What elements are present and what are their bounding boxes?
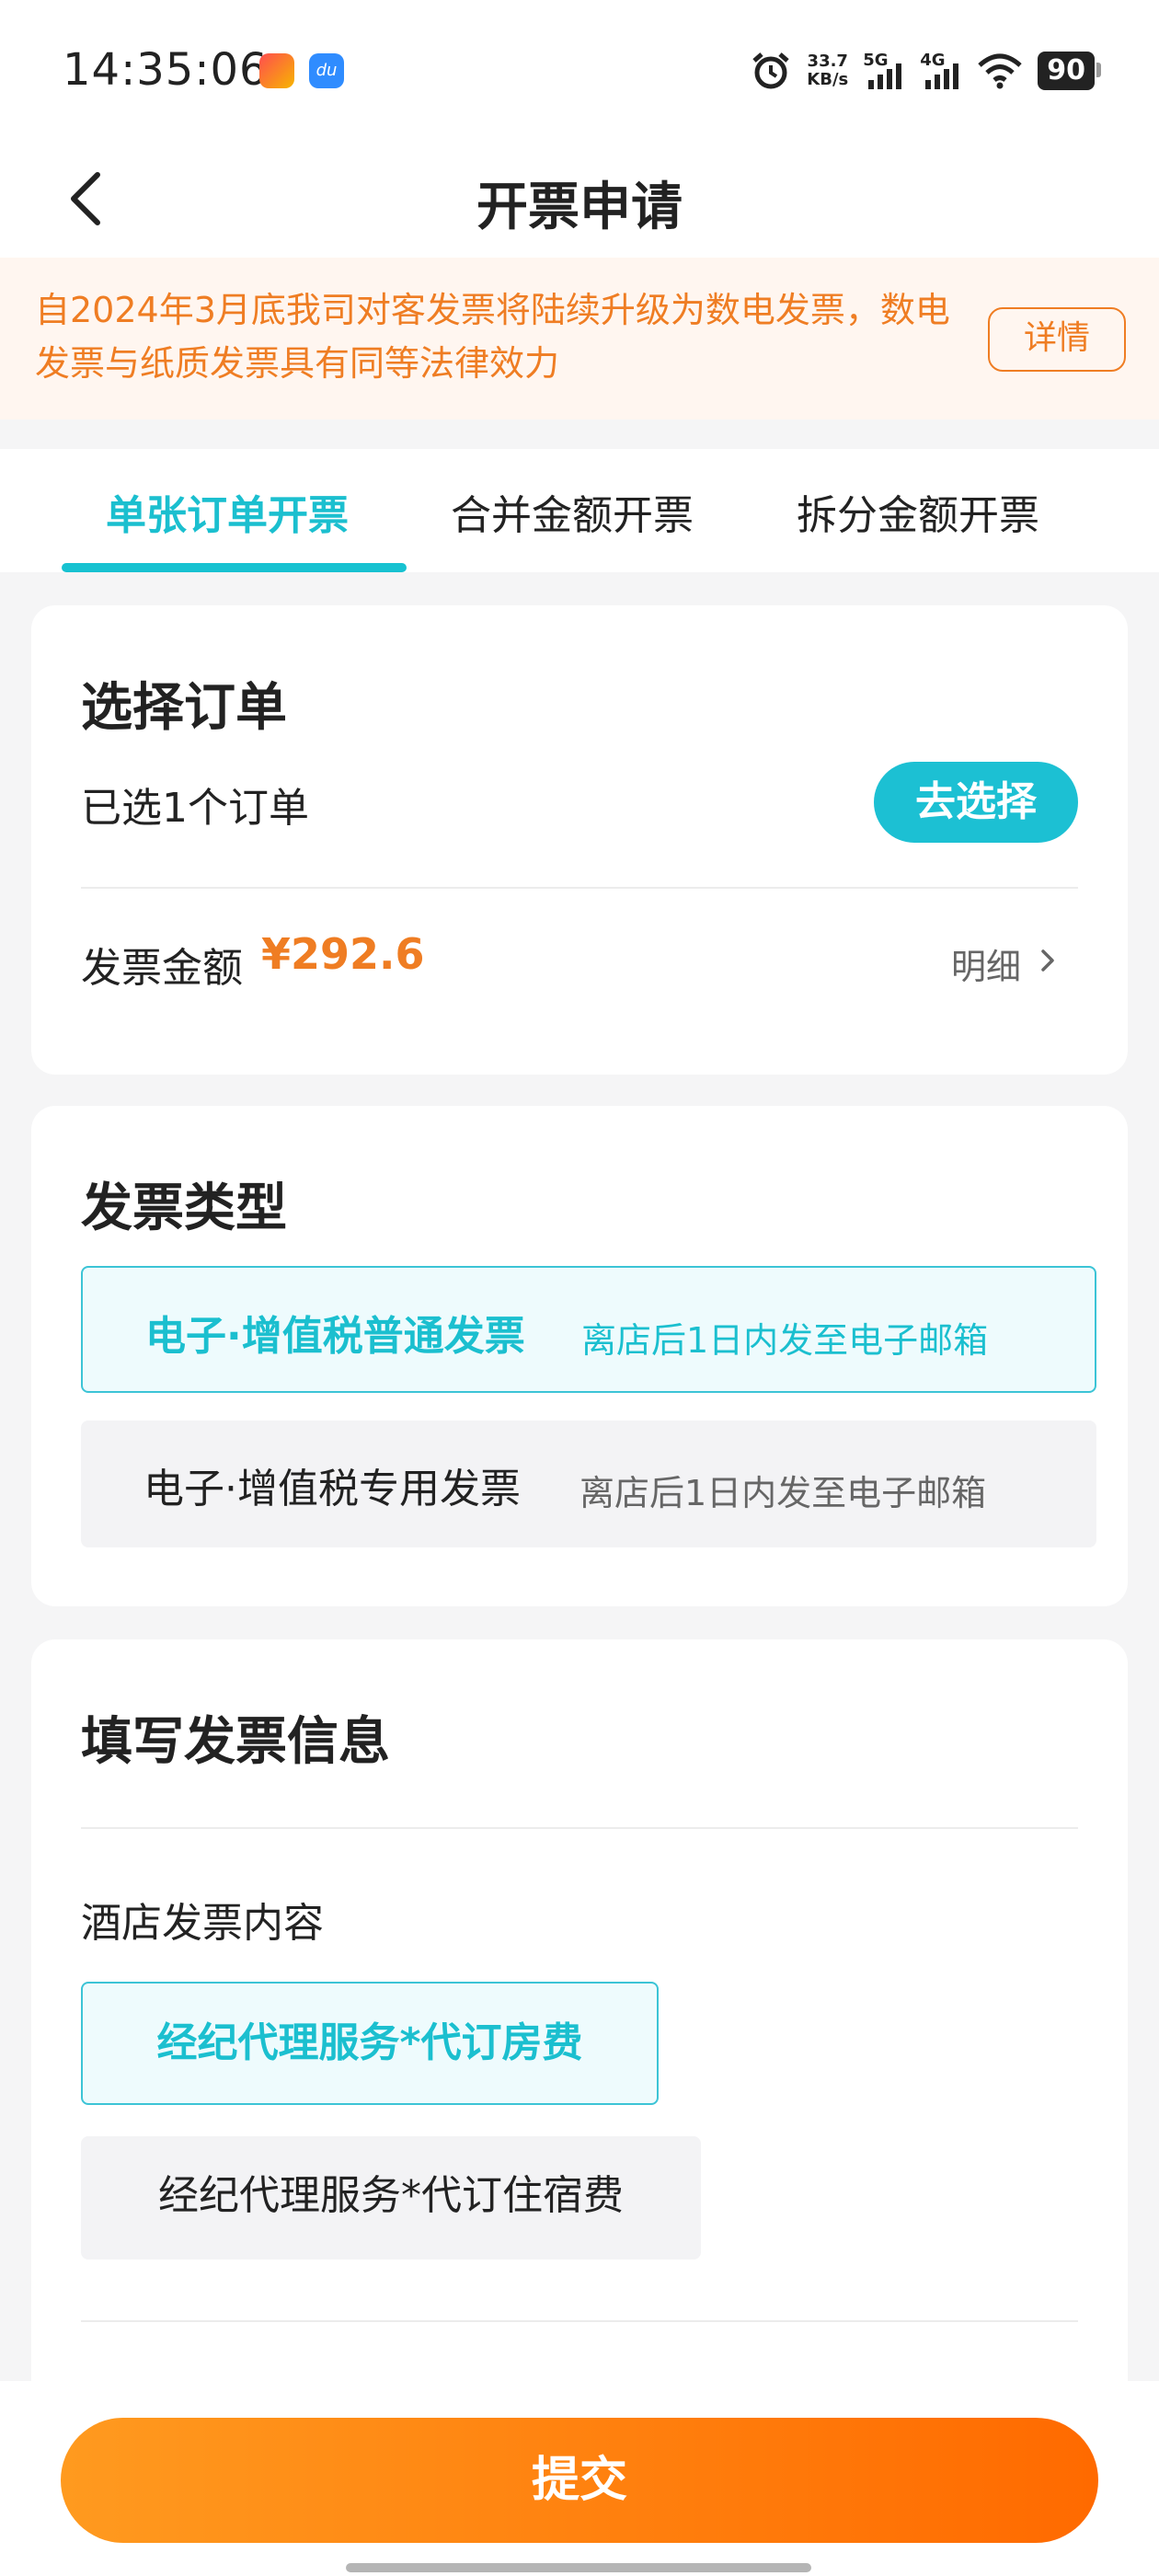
notice-text: 自2024年3月底我司对客发票将陆续升级为数电发票，数电发票与纸质发票具有同等法… <box>35 290 950 384</box>
divider <box>81 887 1078 889</box>
status-icons: 33.7 KB/s 5G 4G 90 <box>750 48 1101 94</box>
nav-bar: 开票申请 <box>0 138 1159 258</box>
network-speed-value: 33.7 <box>807 52 848 71</box>
invoice-type-option-general[interactable]: 电子·增值税普通发票 离店后1日内发至电子邮箱 <box>81 1266 1096 1393</box>
divider <box>81 1827 1078 1829</box>
signal-4g-icon: 4G <box>920 51 962 91</box>
invoice-application-screen: 14:35:06 du 33.7 KB/s 5G 4G 90 开票申请 自202… <box>0 0 1159 2576</box>
invoice-type-title: 发票类型 <box>81 1179 287 1238</box>
content-option-lodging-fee[interactable]: 经纪代理服务*代订住宿费 <box>81 2136 701 2260</box>
status-time: 14:35:06 <box>63 44 269 96</box>
tab-split-amount[interactable]: 拆分金额开票 <box>797 482 1039 541</box>
notice-banner: 自2024年3月底我司对客发票将陆续升级为数电发票，数电发票与纸质发票具有同等法… <box>0 258 1159 420</box>
app-notification-icon <box>259 53 294 88</box>
chevron-right-icon[interactable] <box>1036 942 1061 979</box>
network-speed: 33.7 KB/s <box>807 52 848 89</box>
tab-single-order[interactable]: 单张订单开票 <box>106 482 349 541</box>
alarm-icon <box>752 52 789 89</box>
invoice-amount-value: ¥292.6 <box>261 929 425 979</box>
order-card-title: 选择订单 <box>81 678 287 738</box>
status-bar: 14:35:06 du 33.7 KB/s 5G 4G 90 <box>0 0 1159 138</box>
divider <box>81 2320 1078 2322</box>
wifi-icon <box>978 53 1022 89</box>
invoice-amount-label: 发票金额 <box>81 945 243 992</box>
invoice-type-name: 电子·增值税普通发票 <box>145 1313 525 1360</box>
selected-order-count: 已选1个订单 <box>81 785 309 832</box>
du-app-icon: du <box>309 53 344 88</box>
tab-merge-amount[interactable]: 合并金额开票 <box>451 482 694 541</box>
active-tab-indicator <box>62 563 407 572</box>
battery-indicator: 90 <box>1038 52 1101 90</box>
invoice-info-title: 填写发票信息 <box>81 1712 390 1772</box>
invoice-type-desc: 离店后1日内发至电子邮箱 <box>580 1473 987 1513</box>
page-title: 开票申请 <box>476 178 683 237</box>
content-option-room-fee[interactable]: 经纪代理服务*代订房费 <box>81 1982 659 2105</box>
submit-button[interactable]: 提交 <box>61 2418 1098 2543</box>
network-speed-unit: KB/s <box>807 70 849 89</box>
bottom-action-bar: 提交 <box>0 2381 1159 2576</box>
choose-order-button[interactable]: 去选择 <box>874 762 1078 843</box>
invoice-type-desc: 离店后1日内发至电子邮箱 <box>581 1320 989 1361</box>
invoice-type-option-special[interactable]: 电子·增值税专用发票 离店后1日内发至电子邮箱 <box>81 1420 1096 1547</box>
signal-5g-icon: 5G <box>863 51 905 91</box>
invoice-type-name: 电子·增值税专用发票 <box>143 1466 521 1512</box>
notice-detail-button[interactable]: 详情 <box>988 307 1126 372</box>
hotel-invoice-content-label: 酒店发票内容 <box>81 1900 324 1947</box>
amount-detail-link[interactable]: 明细 <box>951 938 1021 989</box>
home-indicator[interactable] <box>346 2563 811 2572</box>
order-card: 选择订单 已选1个订单 去选择 发票金额 ¥292.6 明细 <box>31 605 1128 1075</box>
invoice-type-card: 发票类型 电子·增值税普通发票 离店后1日内发至电子邮箱 电子·增值税专用发票 … <box>31 1106 1128 1606</box>
invoice-mode-tabs: 单张订单开票 合并金额开票 拆分金额开票 <box>0 449 1159 572</box>
